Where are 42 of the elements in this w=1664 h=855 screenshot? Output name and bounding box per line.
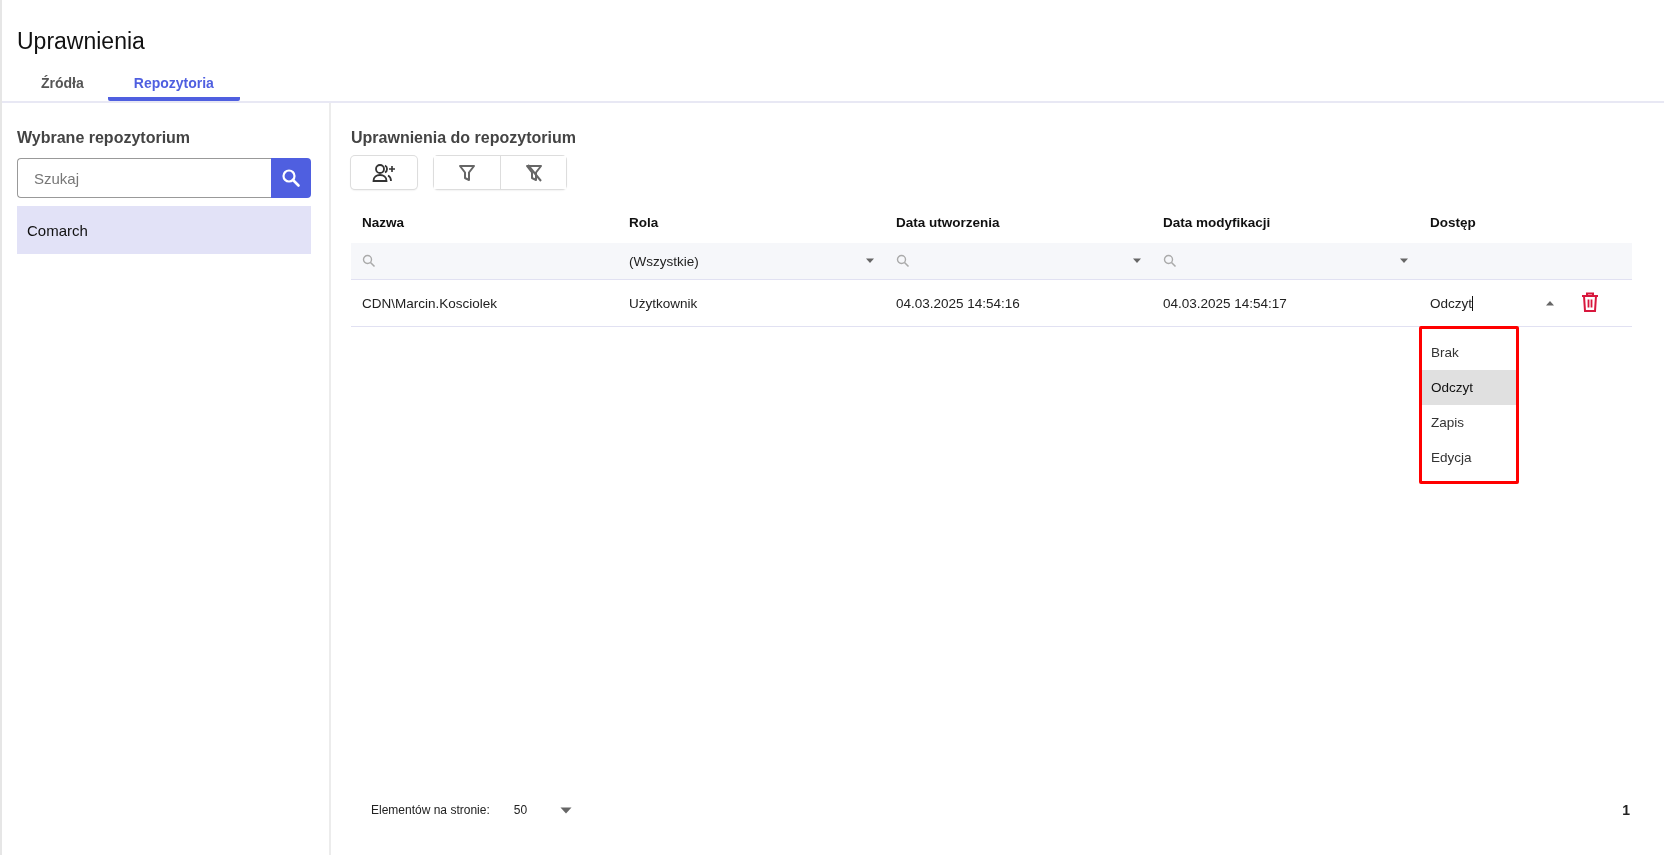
menu-option[interactable]: Odczyt [1422, 369, 1516, 405]
add-user-button[interactable] [351, 156, 417, 189]
column-header[interactable]: Data modyfikacji [1152, 214, 1419, 230]
search-field[interactable]: Szukaj [17, 158, 271, 198]
tab[interactable]: Repozytoria [107, 75, 240, 101]
repository-item[interactable]: Comarch [17, 206, 311, 254]
clear-filter-icon [524, 163, 543, 182]
section-title: Uprawnienia do repozytorium [351, 129, 577, 147]
page-number[interactable]: 1 [1622, 802, 1630, 818]
caret-icon[interactable] [1399, 258, 1409, 264]
tab[interactable]: Źródła [17, 75, 108, 101]
add-user-icon [372, 162, 396, 183]
table-cell-text: Użytkownik [628, 295, 699, 311]
search-button[interactable] [271, 158, 311, 198]
search-icon [281, 168, 301, 188]
search-icon [1163, 254, 1177, 268]
column-header[interactable]: Dostęp [1419, 214, 1564, 230]
access-select[interactable]: Odczyt [1430, 295, 1473, 311]
trash-icon[interactable] [1581, 291, 1599, 312]
menu-option[interactable]: Edycja [1422, 439, 1516, 475]
table-cell-text: 04.03.2025 14:54:16 [895, 295, 1021, 311]
page-title: Uprawnienia [17, 28, 146, 55]
caret-icon[interactable] [1132, 258, 1142, 264]
column-header[interactable]: Nazwa [351, 214, 618, 230]
menu-option[interactable]: Brak [1422, 334, 1516, 370]
table-cell-text: CDN\Marcin.Kosciolek [361, 295, 499, 311]
filter-value[interactable]: (Wszystkie) [629, 253, 699, 269]
search-icon [896, 254, 910, 268]
column-header[interactable]: Rola [618, 214, 885, 230]
caret-icon[interactable] [559, 806, 572, 814]
filter-icon [458, 163, 476, 182]
page-size-label: Elementów na stronie: [371, 803, 490, 817]
search-icon [362, 254, 376, 268]
caret-icon[interactable] [1545, 300, 1555, 306]
caret-icon[interactable] [865, 258, 875, 264]
filter-button[interactable] [434, 156, 500, 189]
clear-filter-button[interactable] [500, 156, 566, 189]
sidebar-title: Wybrane repozytorium [17, 129, 192, 147]
table-cell-text: 04.03.2025 14:54:17 [1162, 295, 1288, 311]
menu-option[interactable]: Zapis [1422, 404, 1516, 440]
page-size-select[interactable]: 50 [513, 803, 560, 817]
column-header[interactable]: Data utworzenia [885, 214, 1152, 230]
